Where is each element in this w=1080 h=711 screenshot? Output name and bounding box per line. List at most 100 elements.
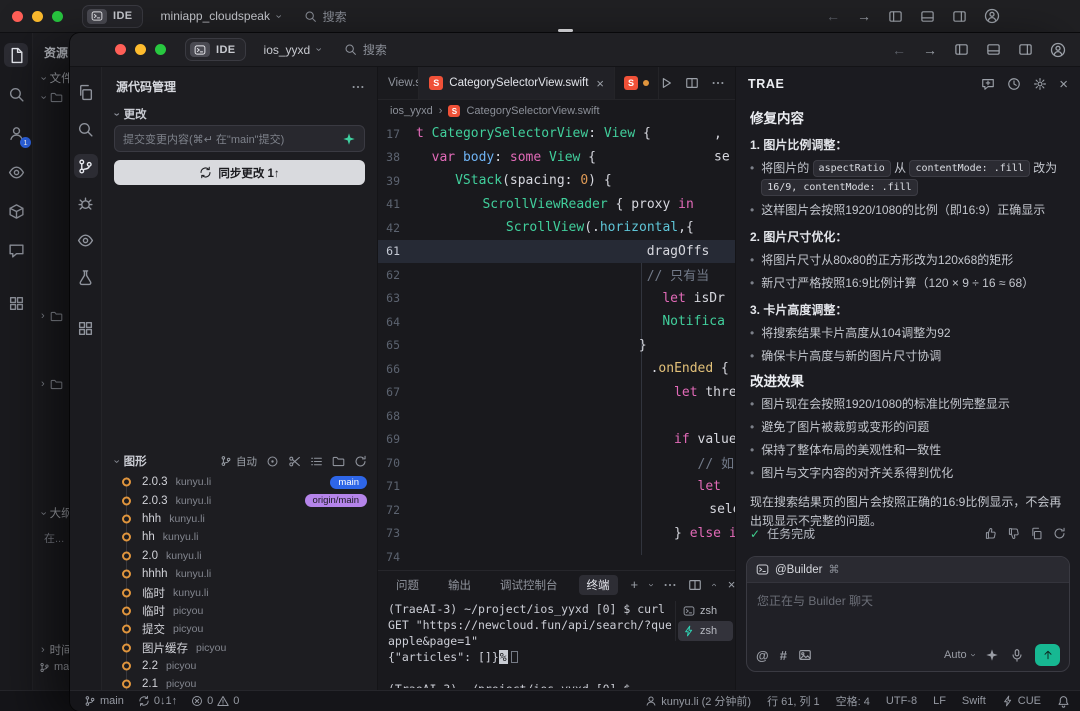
- code-line[interactable]: 39VStack(spacing: 0) {: [378, 169, 735, 193]
- activity-accounts[interactable]: 1: [4, 121, 28, 145]
- run-button[interactable]: [659, 76, 673, 90]
- code-line[interactable]: 72sele: [378, 498, 735, 522]
- code-line[interactable]: 69if value: [378, 428, 735, 452]
- activity-preview[interactable]: [74, 228, 98, 252]
- tab-view-swift[interactable]: View.swift: [378, 67, 419, 99]
- project-selector[interactable]: ios_yyxd ›: [264, 43, 320, 57]
- close-icon[interactable]: ×: [1059, 77, 1068, 92]
- code-line[interactable]: 70// 如: [378, 451, 735, 475]
- code-line[interactable]: 67let thre: [378, 381, 735, 405]
- ai-commit-icon[interactable]: [342, 132, 356, 146]
- graph-list-icon[interactable]: [310, 455, 323, 468]
- bg-minimize-button[interactable]: [32, 11, 43, 22]
- copy-icon[interactable]: [1030, 527, 1043, 540]
- toggle-panel-icon[interactable]: [986, 42, 1001, 57]
- activity-files[interactable]: [4, 43, 28, 67]
- bg-zoom-button[interactable]: [52, 11, 63, 22]
- regenerate-icon[interactable]: [1053, 527, 1066, 540]
- code-line[interactable]: 64Notifica: [378, 310, 735, 334]
- bg-search[interactable]: 搜索: [304, 8, 347, 25]
- commit-row[interactable]: 2.1picyou: [102, 675, 377, 690]
- chevron-down-icon[interactable]: ›: [646, 583, 656, 586]
- bg-outline-section[interactable]: › 大纲: [41, 505, 73, 521]
- code-line[interactable]: 17t CategorySelectorView: View {,: [378, 122, 735, 146]
- activity-source-control[interactable]: [74, 154, 98, 178]
- toggle-panel-icon[interactable]: [920, 9, 935, 24]
- settings-icon[interactable]: [1033, 77, 1047, 91]
- changes-section[interactable]: › 更改: [114, 106, 147, 122]
- code-line[interactable]: 73} else i: [378, 522, 735, 546]
- commit-row[interactable]: hhkunyu.li: [102, 528, 377, 546]
- graph-repo-icon[interactable]: [332, 455, 345, 468]
- bg-tree-item[interactable]: ›: [41, 378, 63, 391]
- close-tab-icon[interactable]: ×: [596, 76, 604, 91]
- new-chat-icon[interactable]: [981, 77, 995, 91]
- mention-icon[interactable]: @: [756, 648, 769, 663]
- commit-row[interactable]: 2.0kunyu.li: [102, 547, 377, 565]
- code-line[interactable]: 38var body: some View {se: [378, 146, 735, 170]
- thumb-down-icon[interactable]: [1007, 527, 1020, 540]
- eol[interactable]: LF: [933, 695, 946, 707]
- terminal-instance[interactable]: zsh: [678, 601, 733, 621]
- code-line[interactable]: 62// 只有当: [378, 263, 735, 287]
- commit-message-input[interactable]: 提交变更内容(⌘↵ 在"main"提交): [114, 125, 365, 152]
- account-icon[interactable]: [1050, 42, 1066, 58]
- breadcrumb[interactable]: ios_yyxd › S CategorySelectorView.swift: [378, 100, 735, 122]
- graph-target-icon[interactable]: [266, 455, 279, 468]
- graph-auto-toggle[interactable]: 自动: [220, 454, 257, 469]
- code-line[interactable]: 71let: [378, 475, 735, 499]
- encoding[interactable]: UTF-8: [886, 695, 917, 707]
- panel-tab-问题[interactable]: 问题: [388, 575, 427, 595]
- back-button[interactable]: ←: [826, 9, 840, 23]
- cue-indicator[interactable]: CUE: [1002, 695, 1041, 707]
- commit-row[interactable]: 2.0.3kunyu.limain: [102, 473, 377, 491]
- graph-section-header[interactable]: › 图形 自动: [114, 453, 367, 469]
- graph-trim-icon[interactable]: [288, 455, 301, 468]
- new-terminal-icon[interactable]: +: [631, 578, 639, 591]
- indentation[interactable]: 空格: 4: [836, 693, 870, 709]
- back-button[interactable]: ←: [892, 43, 906, 57]
- cursor-position[interactable]: 行 61, 列 1: [767, 693, 820, 709]
- zoom-button[interactable]: [155, 44, 166, 55]
- forward-button[interactable]: →: [857, 9, 871, 23]
- close-button[interactable]: [115, 44, 126, 55]
- maximize-panel-icon[interactable]: ›: [710, 583, 720, 586]
- bg-tree-item[interactable]: ›: [41, 310, 63, 323]
- history-icon[interactable]: [1007, 77, 1021, 91]
- bg-tree-item[interactable]: ›: [41, 91, 63, 104]
- split-terminal-icon[interactable]: [688, 578, 702, 592]
- graph-refresh-icon[interactable]: [354, 455, 367, 468]
- tab-categoryselectorview-swift[interactable]: S CategorySelectorView.swift ×: [419, 67, 615, 99]
- commit-row[interactable]: 临时kunyu.li: [102, 583, 377, 601]
- activity-more-views[interactable]: [4, 291, 28, 315]
- activity-explorer[interactable]: [74, 80, 98, 104]
- toggle-sidebar-icon[interactable]: [888, 9, 903, 24]
- sync-changes-button[interactable]: 同步更改 1↑: [114, 160, 365, 185]
- toggle-secondary-sidebar-icon[interactable]: [1018, 42, 1033, 57]
- code-line[interactable]: 42ScrollView(.horizontal,{: [378, 216, 735, 240]
- panel-tab-终端[interactable]: 终端: [579, 575, 618, 595]
- activity-preview[interactable]: [4, 160, 28, 184]
- commit-row[interactable]: 2.0.3kunyu.liorigin/main: [102, 491, 377, 509]
- terminal[interactable]: (TraeAI-3) ~/project/ios_yyxd [0] $ curl…: [388, 601, 671, 688]
- code-line[interactable]: 74: [378, 545, 735, 569]
- editor-more-icon[interactable]: [711, 76, 725, 90]
- tab-overflow-swift[interactable]: S: [615, 67, 659, 99]
- app-badge[interactable]: IDE: [185, 38, 246, 61]
- commit-row[interactable]: hhhhkunyu.li: [102, 565, 377, 583]
- sync-status[interactable]: 0↓1↑: [138, 695, 177, 707]
- code-line[interactable]: 66.onEnded { v: [378, 357, 735, 381]
- activity-debug[interactable]: [74, 191, 98, 215]
- split-editor-icon[interactable]: [685, 76, 699, 90]
- send-button[interactable]: [1035, 644, 1060, 666]
- problems-indicator[interactable]: 0 0: [191, 695, 239, 707]
- toggle-secondary-sidebar-icon[interactable]: [952, 9, 967, 24]
- code-line[interactable]: 41ScrollViewReader { proxy in: [378, 193, 735, 217]
- panel-tab-调试控制台[interactable]: 调试控制台: [492, 575, 566, 595]
- chat-input[interactable]: 您正在与 Builder 聊天: [747, 583, 1069, 618]
- code-line[interactable]: 65}: [378, 334, 735, 358]
- activity-search[interactable]: [4, 82, 28, 106]
- bg-close-button[interactable]: [12, 11, 23, 22]
- mic-icon[interactable]: [1010, 648, 1024, 662]
- panel-more-icon[interactable]: [663, 578, 677, 592]
